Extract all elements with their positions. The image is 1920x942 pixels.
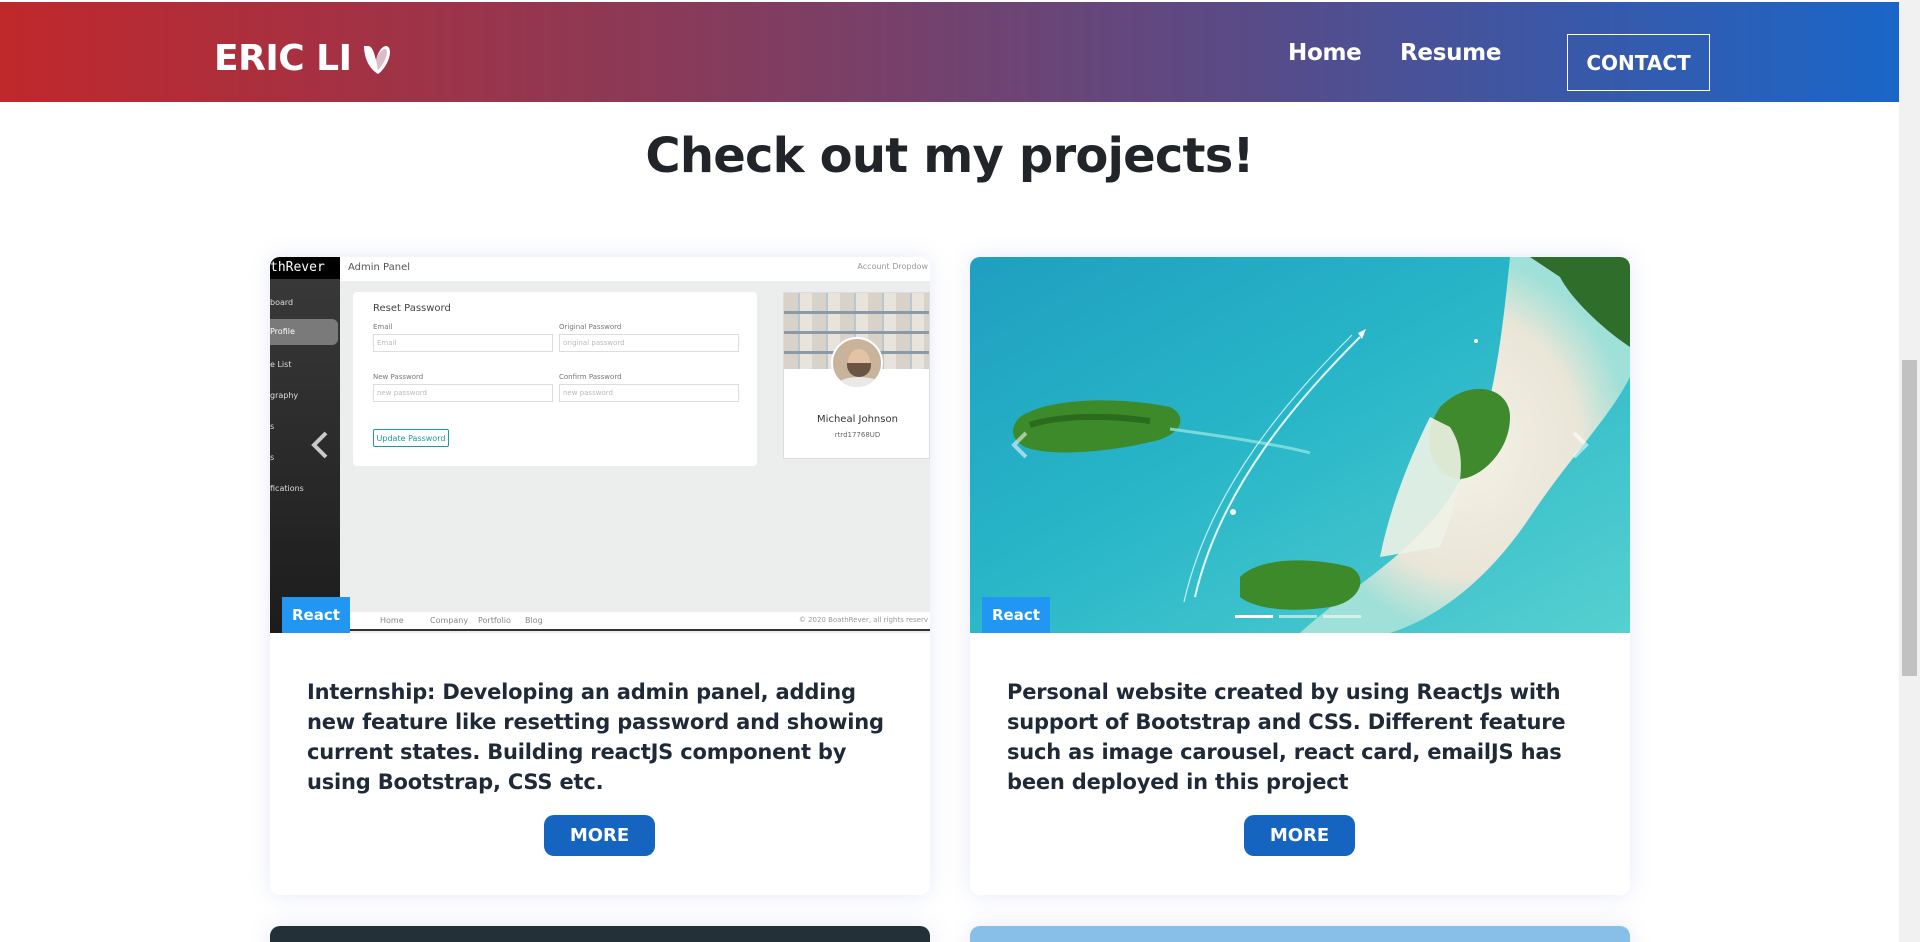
admin-menu-item: fications <box>270 484 304 493</box>
avatar <box>830 337 883 389</box>
footer-copyright: © 2020 BoathRever, all rights reserv <box>798 616 928 624</box>
admin-top-title: Admin Panel <box>348 262 411 273</box>
field-label: Original Password <box>559 323 622 331</box>
field-input: Email <box>373 334 553 352</box>
field-label: Email <box>373 323 393 331</box>
project-description: Personal website created by using ReactJ… <box>1007 680 1566 794</box>
typo3-logo-icon <box>363 45 390 74</box>
field-label: New Password <box>373 373 424 381</box>
field-label: Confirm Password <box>559 373 622 381</box>
project-image-carousel: thRever board Profile e List graphy s s … <box>270 257 930 633</box>
profile-id: rtrd17768UD <box>834 431 881 439</box>
admin-footer: Home Company Portfolio Blog © 2020 Boath… <box>340 612 930 631</box>
admin-menu-item: e List <box>270 360 292 369</box>
admin-menu-item: Profile <box>270 319 338 345</box>
admin-menu-item: board <box>270 298 294 307</box>
admin-topbar: Admin Panel Account Dropdow <box>340 257 930 281</box>
footer-link: Blog <box>525 616 543 625</box>
reset-title: Reset Password <box>373 303 451 314</box>
brand-name: ERIC LI <box>214 38 352 79</box>
profile-card: Micheal Johnson rtrd17768UD <box>783 292 930 459</box>
reset-password-form: Reset Password Email Email Original Pass… <box>353 292 757 466</box>
navbar: ERIC LI Home Resume CONTACT <box>0 2 1899 102</box>
section-title: Check out my projects! <box>645 128 1254 184</box>
admin-brand: thRever <box>270 257 340 279</box>
project-card: thRever board Profile e List graphy s s … <box>270 257 930 895</box>
more-button[interactable]: MORE <box>544 815 655 856</box>
nav-link-home[interactable]: Home <box>1288 40 1362 66</box>
tech-tag: React <box>982 597 1050 633</box>
field-input: original password <box>559 334 739 352</box>
project-description: Internship: Developing an admin panel, a… <box>307 680 884 794</box>
profile-name: Micheal Johnson <box>817 414 898 425</box>
footer-link: Home <box>380 616 404 625</box>
field-input: new password <box>559 384 739 402</box>
project-card <box>270 926 930 942</box>
carousel-indicator[interactable] <box>1279 615 1317 618</box>
carousel-indicators <box>1235 615 1361 618</box>
carousel-indicator[interactable] <box>1323 615 1361 618</box>
field-input: new password <box>373 384 553 402</box>
more-button[interactable]: MORE <box>1244 815 1355 856</box>
chevron-right-icon[interactable] <box>1568 427 1592 463</box>
contact-button[interactable]: CONTACT <box>1567 34 1710 91</box>
project-card: React Personal website created by using … <box>970 257 1630 895</box>
carousel-indicator[interactable] <box>1235 615 1273 618</box>
footer-link: Portfolio <box>478 616 511 625</box>
admin-top-right: Account Dropdow <box>857 262 928 271</box>
admin-panel-screenshot: thRever board Profile e List graphy s s … <box>270 257 930 633</box>
chevron-left-icon[interactable] <box>1008 427 1032 463</box>
nav-link-resume[interactable]: Resume <box>1400 40 1501 66</box>
footer-link: Company <box>430 616 469 625</box>
update-password-button: Update Password <box>373 429 449 447</box>
chevron-left-icon[interactable] <box>308 427 332 463</box>
admin-menu-item: graphy <box>270 391 299 400</box>
project-card <box>970 926 1630 942</box>
brand[interactable]: ERIC LI <box>214 38 394 79</box>
project-image-carousel: React <box>970 257 1630 633</box>
tech-tag: React <box>282 597 350 633</box>
lagoon-aerial-image <box>970 257 1630 633</box>
scrollbar-thumb[interactable] <box>1902 360 1917 676</box>
